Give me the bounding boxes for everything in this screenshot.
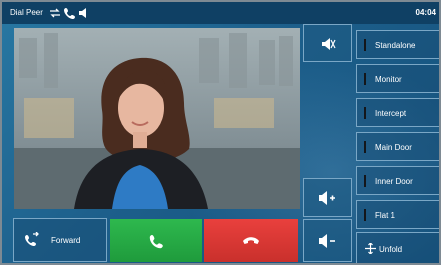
indicator-bar xyxy=(364,141,366,153)
phone-answer-icon xyxy=(149,233,165,249)
sidebar-item-label: Standalone xyxy=(375,41,416,50)
volume-up-button[interactable] xyxy=(303,178,352,217)
mute-button[interactable] xyxy=(303,24,352,62)
status-title: Dial Peer xyxy=(10,8,43,17)
sidebar-item-monitor[interactable]: Monitor xyxy=(356,64,439,93)
forward-label: Forward xyxy=(51,236,81,245)
sidebar-item-intercept[interactable]: Intercept xyxy=(356,98,439,127)
sidebar-item-label: Inner Door xyxy=(375,177,413,186)
status-bar: Dial Peer 04:04 xyxy=(2,2,439,24)
phone-hangup-icon xyxy=(242,236,260,245)
reject-button[interactable] xyxy=(204,219,298,262)
sidebar-item-label: Monitor xyxy=(375,75,402,84)
clock: 04:04 xyxy=(415,8,436,17)
video-feed xyxy=(14,28,300,209)
sidebar-item-flat-1[interactable]: Flat 1 xyxy=(356,200,439,229)
sidebar-item-label: Intercept xyxy=(375,109,407,118)
sidebar-item-label: Flat 1 xyxy=(375,211,396,220)
sidebar-item-standalone[interactable]: Standalone xyxy=(356,30,439,59)
unfold-button[interactable]: Unfold xyxy=(356,232,439,263)
volume-down-button[interactable] xyxy=(303,219,352,262)
call-transfer-icon xyxy=(48,6,62,20)
phone-icon xyxy=(63,6,77,20)
speaker-icon xyxy=(77,6,91,20)
indicator-bar xyxy=(364,209,366,221)
sidebar-item-label: Main Door xyxy=(375,143,412,152)
unfold-icon xyxy=(365,243,376,254)
sidebar-item-inner-door[interactable]: Inner Door xyxy=(356,166,439,195)
answer-button[interactable] xyxy=(110,219,202,262)
unfold-label: Unfold xyxy=(379,245,403,254)
volume-down-icon xyxy=(318,233,336,249)
indicator-bar xyxy=(364,39,366,51)
forward-button[interactable]: Forward xyxy=(13,218,107,262)
indicator-bar xyxy=(364,107,366,119)
volume-up-icon xyxy=(318,190,336,206)
speaker-mute-icon xyxy=(320,36,336,52)
call-forward-icon xyxy=(24,232,40,248)
indicator-bar xyxy=(364,73,366,85)
indicator-bar xyxy=(364,175,366,187)
screen: Dial Peer 04:04 Standalone Monitor Inter… xyxy=(0,0,441,265)
sidebar-item-main-door[interactable]: Main Door xyxy=(356,132,439,161)
